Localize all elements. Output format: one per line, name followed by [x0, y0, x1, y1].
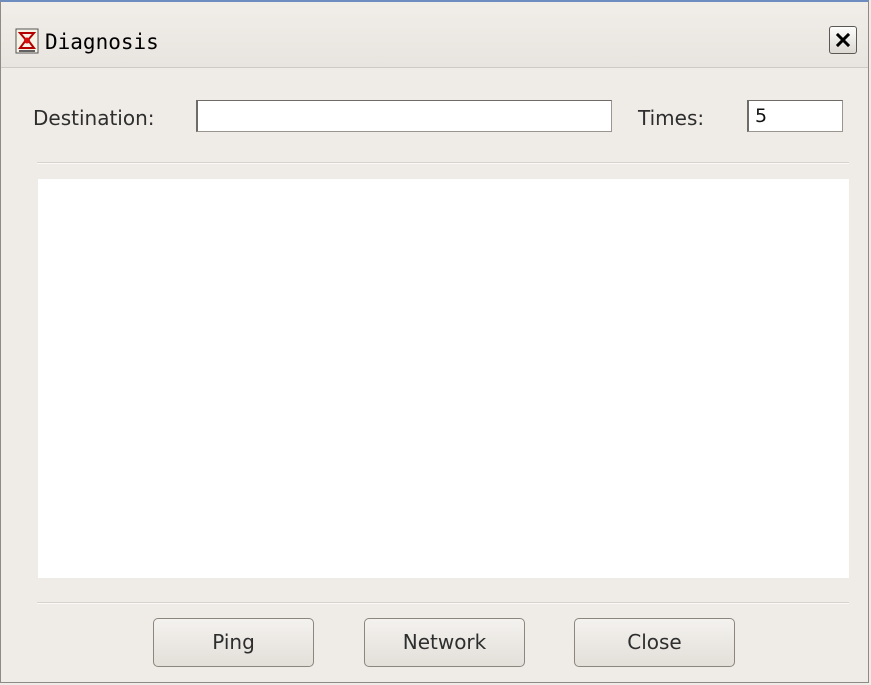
times-label: Times: — [638, 106, 705, 130]
top-separator — [37, 162, 849, 164]
network-button[interactable]: Network — [364, 618, 525, 667]
destination-input[interactable] — [196, 100, 612, 132]
close-icon[interactable] — [829, 26, 857, 54]
app-icon — [15, 28, 39, 54]
close-button[interactable]: Close — [574, 618, 735, 667]
diagnosis-window: Diagnosis Destination: Times: Ping Netwo… — [0, 0, 869, 683]
times-input[interactable] — [747, 100, 843, 132]
destination-label: Destination: — [33, 106, 155, 130]
ping-output-area[interactable] — [38, 179, 849, 578]
bottom-separator — [37, 602, 849, 604]
ping-button[interactable]: Ping — [153, 618, 314, 667]
window-title: Diagnosis — [45, 30, 159, 54]
title-bar[interactable]: Diagnosis — [1, 2, 868, 68]
